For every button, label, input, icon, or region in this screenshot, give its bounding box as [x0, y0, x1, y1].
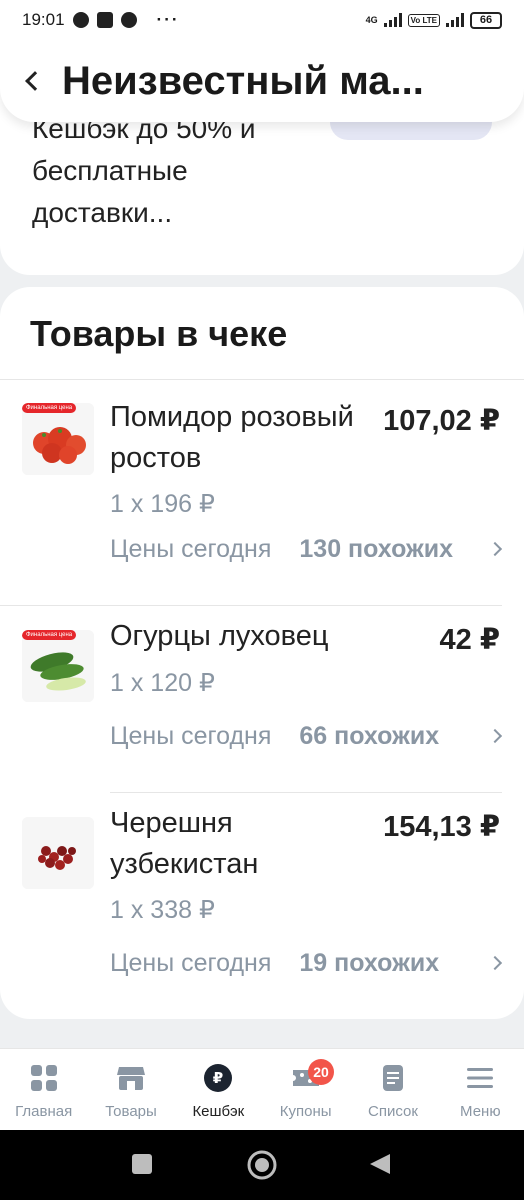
nav-item-list[interactable]: Список — [349, 1049, 436, 1130]
signal-icon-2 — [446, 13, 464, 27]
similar-count: 130 похожих — [299, 534, 454, 563]
bottom-nav: Главная Товары ₽ Кешбэк Купоны Список Ме… — [0, 1048, 524, 1130]
svg-text:₽: ₽ — [213, 1069, 223, 1087]
divider — [0, 379, 524, 380]
status-bar: 19:01 ··· 4G Vo LTE 66 — [0, 0, 524, 40]
sync-notification-icon — [120, 12, 137, 28]
page-title: Неизвестный ма... — [62, 58, 424, 103]
chat-notification-icon — [72, 12, 89, 28]
prices-today-row[interactable]: Цены сегодня 130 похожих — [110, 529, 506, 569]
chevron-right-icon — [487, 955, 503, 971]
nav-item-menu[interactable]: Меню — [437, 1049, 524, 1130]
item-price: 154,13 ₽ — [383, 811, 500, 843]
nav-item-cashback[interactable]: ₽ Кешбэк — [175, 1049, 262, 1130]
signal-icon — [383, 13, 402, 27]
prices-today-label: Цены сегодня — [110, 948, 272, 977]
section-title: Товары в чеке — [30, 313, 288, 354]
prices-today-row[interactable]: Цены сегодня 66 похожих — [110, 716, 506, 756]
header: Неизвестный ма... — [0, 40, 524, 122]
item-quantity: 1 x 338 ₽ — [110, 896, 215, 924]
app-notification-icon — [96, 12, 113, 28]
nav-label: Кешбэк — [192, 1103, 245, 1120]
promo-text: Кешбэк до 50% и бесплатные доставки... — [32, 113, 256, 228]
item-price: 42 ₽ — [439, 624, 501, 656]
item-price: 107,02 ₽ — [383, 405, 500, 437]
system-nav-bar — [0, 1130, 524, 1200]
divider — [110, 792, 502, 793]
more-notifications-indicator: ··· — [156, 10, 180, 29]
product-image-cucumber: Финальная цена — [22, 630, 94, 702]
prices-today-row[interactable]: Цены сегодня 19 похожих — [110, 943, 506, 983]
product-image-cherry — [22, 817, 94, 889]
status-time: 19:01 — [22, 10, 65, 29]
coupons-badge: 20 — [308, 1059, 334, 1085]
home-grid-icon — [30, 1065, 57, 1091]
list-icon — [382, 1065, 403, 1091]
divider — [0, 605, 502, 606]
cucumber-image — [22, 630, 94, 702]
chevron-right-icon — [487, 728, 503, 744]
back-button[interactable] — [0, 40, 56, 122]
chevron-left-icon — [25, 71, 45, 91]
item-name: Помидор розовый ростов — [110, 401, 354, 474]
nav-item-home[interactable]: Главная — [0, 1049, 87, 1130]
similar-count: 66 похожих — [299, 721, 440, 750]
product-image-tomato: Финальная цена — [22, 403, 94, 475]
shop-icon — [116, 1067, 145, 1090]
battery-indicator: 66 — [470, 11, 502, 29]
item-quantity: 1 x 196 ₽ — [110, 490, 215, 518]
nav-label: Купоны — [279, 1103, 332, 1120]
ruble-coin-icon: ₽ — [204, 1064, 233, 1092]
item-name: Черешня узбекистан — [110, 807, 259, 880]
nav-item-coupons[interactable]: Купоны — [262, 1049, 349, 1130]
status-left: 19:01 ··· — [22, 10, 180, 30]
final-price-badge: Финальная цена — [22, 403, 77, 413]
nav-label: Главная — [15, 1103, 73, 1120]
volte-indicator: Vo LTE — [407, 13, 440, 27]
similar-count: 19 похожих — [299, 948, 440, 977]
nav-label: Товары — [105, 1103, 157, 1120]
back-triangle-icon[interactable] — [368, 1152, 392, 1176]
prices-today-label: Цены сегодня — [110, 534, 272, 563]
nav-label: Список — [368, 1103, 418, 1120]
item-quantity: 1 x 120 ₽ — [110, 669, 215, 697]
final-price-badge: Финальная цена — [22, 630, 77, 640]
status-right: 4G Vo LTE 66 — [365, 11, 502, 29]
nav-item-products[interactable]: Товары — [87, 1049, 174, 1130]
tomato-image — [22, 403, 94, 475]
home-circle-icon[interactable] — [246, 1149, 278, 1181]
menu-icon — [467, 1068, 494, 1088]
recent-apps-icon[interactable] — [130, 1152, 154, 1176]
prices-today-label: Цены сегодня — [110, 721, 272, 750]
cherry-image — [22, 817, 94, 889]
nav-label: Меню — [460, 1103, 501, 1120]
item-name: Огурцы луховец — [110, 620, 329, 652]
network-type: 4G — [365, 14, 378, 25]
chevron-right-icon — [487, 541, 503, 557]
receipt-items-card: Товары в чеке Финальная цена Помидор роз… — [0, 287, 524, 1019]
